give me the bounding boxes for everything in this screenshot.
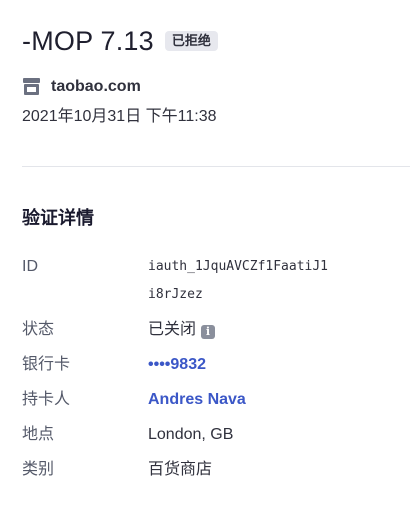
section-title: 验证详情 xyxy=(22,208,94,228)
status-label: 状态 xyxy=(22,321,55,338)
detail-row-category: 类别 百货商店 xyxy=(22,459,410,481)
detail-row-location: 地点 London, GB xyxy=(22,424,410,446)
merchant-row: taobao.com xyxy=(22,77,141,96)
divider xyxy=(22,166,410,167)
id-value: iauth_1JquAVCZf1FaatiJ1i8rJzez xyxy=(148,259,329,302)
card-link[interactable]: ••••9832 xyxy=(148,354,206,376)
detail-row-holder: 持卡人 Andres Nava xyxy=(22,389,410,411)
transaction-timestamp: 2021年10月31日 下午11:38 xyxy=(22,108,217,125)
detail-row-id: ID iauth_1JquAVCZf1FaatiJ1i8rJzez xyxy=(22,256,410,309)
store-icon xyxy=(22,77,41,96)
transaction-amount: -MOP 7.13 xyxy=(22,26,154,56)
info-icon[interactable]: i xyxy=(201,325,216,339)
location-value: London, GB xyxy=(148,426,234,443)
card-label: 银行卡 xyxy=(22,356,71,373)
detail-row-status: 状态 已关闭 i xyxy=(22,319,410,341)
detail-row-card: 银行卡 ••••9832 xyxy=(22,354,410,376)
location-label: 地点 xyxy=(22,426,55,443)
status-badge: 已拒绝 xyxy=(164,31,218,51)
status-value: 已关闭 xyxy=(148,321,197,338)
id-label: ID xyxy=(22,258,38,275)
category-label: 类别 xyxy=(22,461,55,478)
holder-label: 持卡人 xyxy=(22,391,71,408)
merchant-name: taobao.com xyxy=(51,77,141,95)
category-value: 百货商店 xyxy=(148,461,213,478)
status-value-wrap: 已关闭 i xyxy=(148,319,216,341)
transaction-header: -MOP 7.13 已拒绝 xyxy=(22,24,218,58)
cardholder-link[interactable]: Andres Nava xyxy=(148,389,246,411)
